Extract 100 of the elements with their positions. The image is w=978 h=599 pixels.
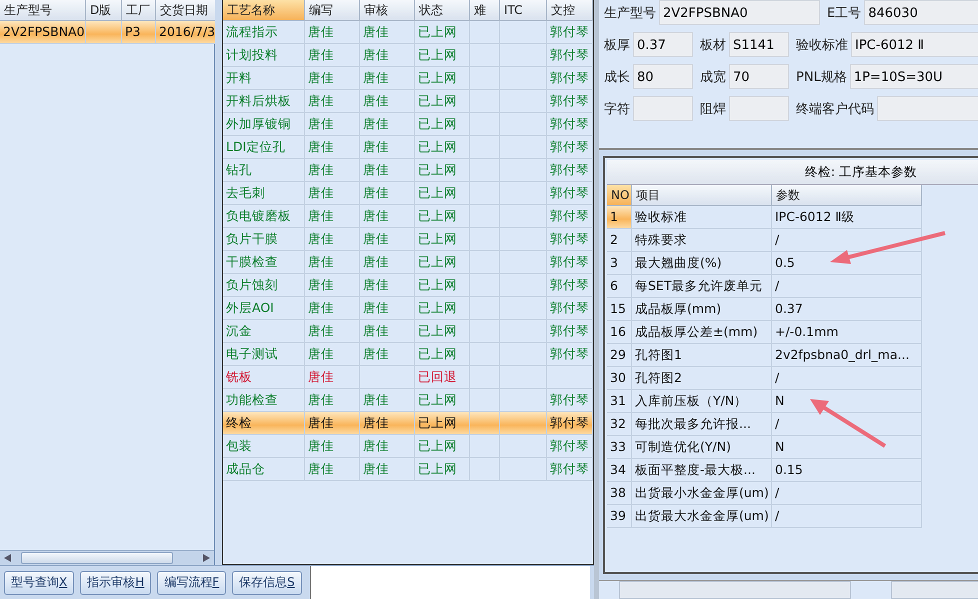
table-cell (500, 182, 547, 205)
table-cell: 郭付琴 (547, 21, 593, 44)
table-cell: 已上网 (415, 21, 470, 44)
column-header[interactable]: NO (607, 185, 632, 206)
table-cell (500, 90, 547, 113)
toolbar-button[interactable]: 保存信息S (232, 570, 302, 594)
table-cell: 外层AOI (223, 297, 305, 320)
table-cell: 已上网 (415, 458, 470, 481)
table-cell: / (772, 482, 922, 505)
table-cell: 唐佳 (360, 205, 415, 228)
table-cell (470, 67, 500, 90)
table-cell: 郭付琴 (547, 320, 593, 343)
input-field[interactable]: IPC-6012 Ⅱ (851, 32, 978, 57)
column-header[interactable]: 项目 (632, 185, 772, 206)
table-cell: 0.37 (772, 298, 922, 321)
table-cell: 郭付琴 (547, 205, 593, 228)
table-cell: 已上网 (415, 182, 470, 205)
input-field[interactable]: 80 (633, 64, 693, 89)
table-cell (500, 44, 547, 67)
table-cell (500, 67, 547, 90)
table-cell (500, 274, 547, 297)
column-header[interactable]: 编写 (305, 0, 360, 21)
table-cell: 出货最小水金金厚(um) (632, 482, 772, 505)
column-header[interactable]: 状态 (415, 0, 470, 21)
table-cell (470, 205, 500, 228)
table-cell: 唐佳 (360, 320, 415, 343)
table-cell: 唐佳 (305, 21, 360, 44)
column-header[interactable]: 参数 (772, 185, 922, 206)
input-field[interactable]: 0.37 (633, 32, 693, 57)
column-header[interactable]: 生产型号 (0, 0, 86, 21)
input-field[interactable] (729, 96, 789, 121)
table-cell: 终检 (223, 412, 305, 435)
table-cell (470, 435, 500, 458)
input-field[interactable] (633, 96, 693, 121)
input-field[interactable]: 1P=10S=30U (850, 64, 978, 89)
field-label: PNL规格 (796, 68, 847, 86)
table-cell: 郭付琴 (547, 435, 593, 458)
field-label: E工号 (827, 4, 862, 22)
table-cell: 唐佳 (305, 67, 360, 90)
table-cell: 唐佳 (360, 159, 415, 182)
table-cell (470, 44, 500, 67)
table-cell (500, 366, 547, 389)
table-cell: 已上网 (415, 435, 470, 458)
column-header[interactable]: 文控 (547, 0, 593, 21)
table-cell: 去毛刺 (223, 182, 305, 205)
column-header[interactable]: 审核 (360, 0, 415, 21)
input-field[interactable]: 846030 (864, 0, 978, 25)
table-cell: 已上网 (415, 343, 470, 366)
row-number: 2 (607, 229, 632, 252)
panel-title: 终检: 工序基本参数 (607, 160, 978, 185)
column-header[interactable]: 交货日期 (156, 0, 218, 21)
input-field[interactable]: S1141 (729, 32, 789, 57)
table-cell (500, 343, 547, 366)
table-cell: 唐佳 (360, 274, 415, 297)
table-cell: 唐佳 (305, 136, 360, 159)
table-cell (470, 136, 500, 159)
row-number: 3 (607, 252, 632, 275)
scroll-left-icon[interactable] (4, 554, 11, 562)
table-cell (500, 412, 547, 435)
table-cell: 郭付琴 (547, 343, 593, 366)
scroll-right-icon[interactable] (203, 554, 210, 562)
column-header[interactable]: D版 (86, 0, 122, 21)
table-cell (470, 21, 500, 44)
table-cell: 最大翘曲度(%) (632, 252, 772, 275)
table-cell: 2V2FPSBNA0 (0, 21, 86, 44)
table-cell (470, 320, 500, 343)
table-cell (470, 274, 500, 297)
table-cell (500, 435, 547, 458)
column-header[interactable]: 工艺名称 (223, 0, 305, 21)
table-cell: 唐佳 (360, 458, 415, 481)
table-cell: 已上网 (415, 113, 470, 136)
horizontal-scrollbar[interactable] (0, 550, 214, 565)
column-header[interactable]: 工厂 (122, 0, 156, 21)
table-cell: 干膜检查 (223, 251, 305, 274)
table-cell: 唐佳 (305, 182, 360, 205)
table-cell: IPC-6012 Ⅱ级 (772, 206, 922, 229)
toolbar-button[interactable]: 型号查询X (4, 570, 74, 594)
table-cell: 成品仓 (223, 458, 305, 481)
input-field[interactable]: 70 (729, 64, 789, 89)
table-cell: 2v2fpsbna0_drl_ma... (772, 344, 922, 367)
input-field[interactable]: 2V2FPSBNA0 (659, 0, 820, 25)
table-cell (470, 228, 500, 251)
table-cell: 唐佳 (305, 251, 360, 274)
table-cell: +/-0.1mm (772, 321, 922, 344)
table-cell: 唐佳 (305, 458, 360, 481)
table-cell: 唐佳 (305, 205, 360, 228)
table-cell: 已回退 (415, 366, 470, 389)
table-cell: 每SET最多允许废单元 (632, 275, 772, 298)
toolbar-button[interactable]: 指示审核H (80, 570, 152, 594)
field-label: 验收标准 (796, 36, 848, 54)
toolbar-button[interactable]: 编写流程F (157, 570, 226, 594)
column-header[interactable]: ITC (500, 0, 547, 21)
table-cell: 郭付琴 (547, 274, 593, 297)
table-cell: 唐佳 (360, 136, 415, 159)
table-cell: 已上网 (415, 159, 470, 182)
table-cell (360, 366, 415, 389)
column-header[interactable]: 难 (470, 0, 500, 21)
table-cell: 已上网 (415, 274, 470, 297)
dropdown-field[interactable] (619, 581, 851, 599)
table-cell: 板面平整度-最大极... (632, 459, 772, 482)
